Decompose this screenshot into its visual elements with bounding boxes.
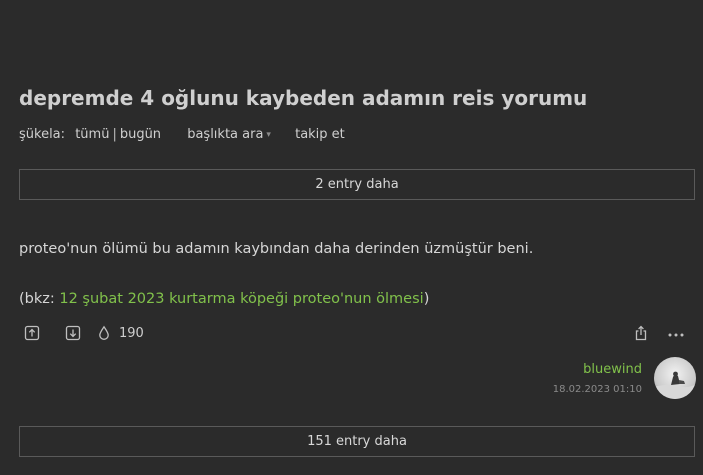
sukela-all-link[interactable]: tümü (75, 127, 109, 142)
bkz-link[interactable]: 12 şubat 2023 kurtarma köpeği proteo'nun… (59, 291, 423, 307)
load-more-entries-bottom-button[interactable]: 151 entry daha (19, 426, 695, 457)
entry-actions: 190 (24, 324, 144, 342)
sukela-today-link[interactable]: bugün (120, 127, 161, 142)
drop-icon[interactable] (96, 325, 112, 341)
search-in-topic-label: başlıkta ara (187, 127, 264, 142)
arrow-down-square-icon[interactable] (65, 325, 81, 341)
sukela-label: şükela: (19, 127, 66, 142)
bkz-suffix: ) (423, 291, 430, 307)
topic-title[interactable]: depremde 4 oğlunu kaybeden adamın reis y… (19, 86, 587, 110)
arrow-up-square-icon[interactable] (24, 325, 40, 341)
avatar[interactable] (654, 357, 696, 399)
entry-bkz: (bkz: 12 şubat 2023 kurtarma köpeği prot… (19, 291, 429, 307)
ellipsis-icon[interactable] (667, 327, 685, 341)
favorite-count: 190 (119, 325, 144, 341)
share-icon[interactable] (633, 325, 649, 341)
separator: | (112, 127, 117, 142)
topic-toolbar: şükela: tümü | bugün başlıkta ara ▾ takip e… (19, 127, 345, 142)
load-more-entries-top-button[interactable]: 2 entry daha (19, 169, 695, 200)
bkz-prefix: (bkz: (19, 291, 60, 307)
entry-text: proteo'nun ölümü bu adamın kaybından dah… (19, 241, 534, 257)
follow-button[interactable]: takip et (295, 127, 345, 142)
entry-author[interactable]: bluewind (583, 362, 642, 377)
search-in-topic-dropdown[interactable]: başlıkta ara ▾ (187, 127, 271, 142)
chevron-down-icon: ▾ (266, 130, 271, 140)
entry-date[interactable]: 18.02.2023 01:10 (553, 384, 642, 395)
